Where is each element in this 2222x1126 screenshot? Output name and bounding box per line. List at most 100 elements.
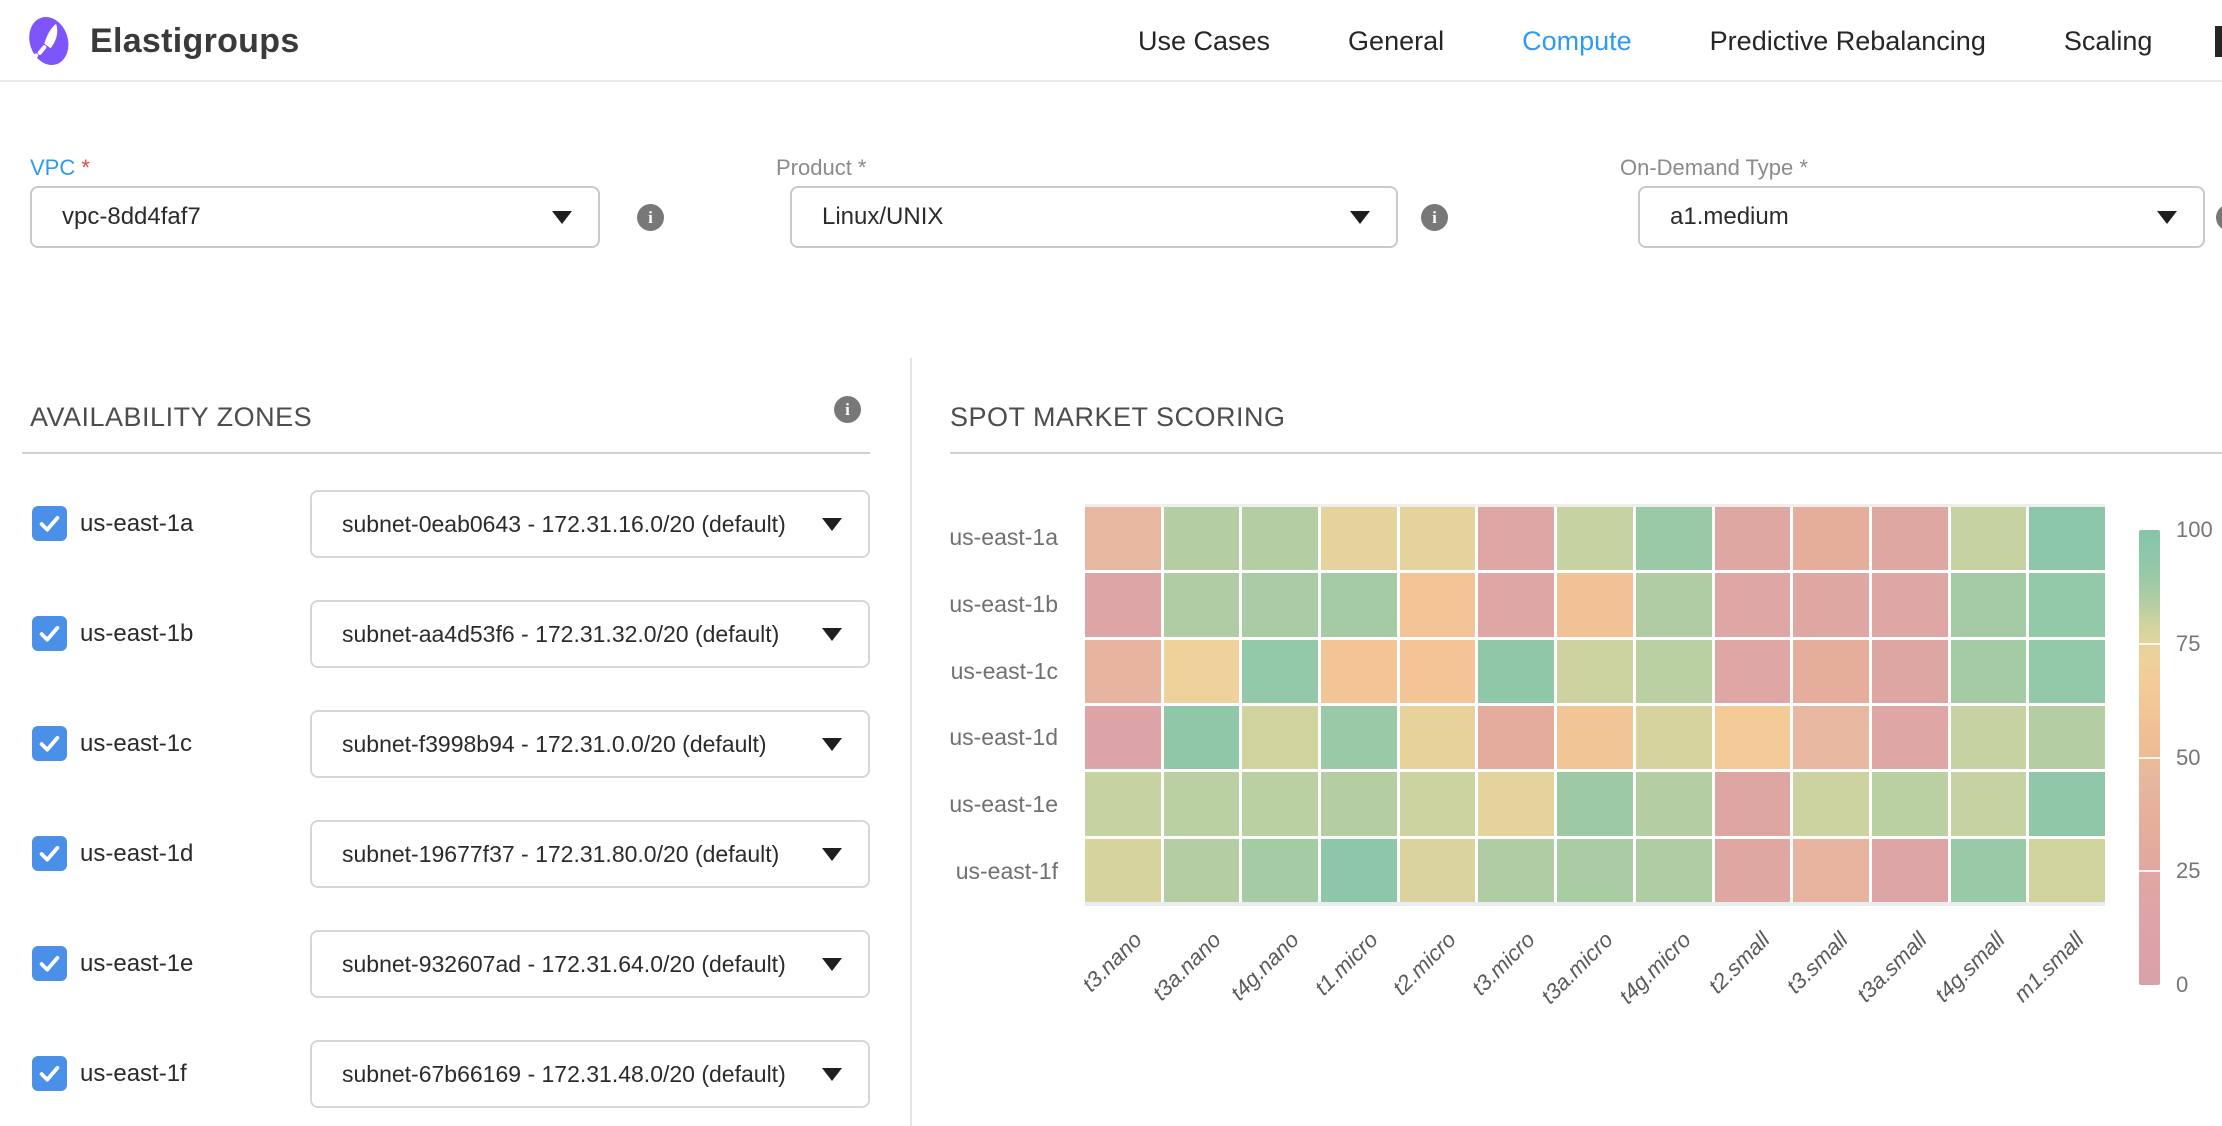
heatmap-cell[interactable] (1085, 839, 1161, 902)
heatmap-cell[interactable] (2029, 839, 2105, 902)
nav-item-predictive-rebalancing[interactable]: Predictive Rebalancing (1710, 26, 1986, 57)
heatmap-cell[interactable] (1951, 772, 2027, 835)
heatmap-cell[interactable] (1242, 640, 1318, 703)
heatmap-cell[interactable] (1636, 573, 1712, 636)
heatmap-cell[interactable] (1951, 706, 2027, 769)
heatmap-cell[interactable] (1478, 507, 1554, 570)
heatmap-cell[interactable] (1164, 772, 1240, 835)
subnet-select[interactable]: subnet-f3998b94 - 172.31.0.0/20 (default… (310, 710, 870, 778)
heatmap-cell[interactable] (2029, 573, 2105, 636)
heatmap-cell[interactable] (1400, 772, 1476, 835)
heatmap-cell[interactable] (1793, 573, 1869, 636)
heatmap-cell[interactable] (1321, 573, 1397, 636)
heatmap-cell[interactable] (1872, 772, 1948, 835)
heatmap-cell[interactable] (1242, 706, 1318, 769)
heatmap-cell[interactable] (1951, 507, 2027, 570)
heatmap-cell[interactable] (1793, 640, 1869, 703)
heatmap-cell[interactable] (1242, 772, 1318, 835)
heatmap-cell[interactable] (1164, 640, 1240, 703)
heatmap-cell[interactable] (1085, 706, 1161, 769)
on-demand-type-select[interactable]: a1.medium (1638, 186, 2205, 248)
heatmap-cell[interactable] (1951, 640, 2027, 703)
heatmap-cell[interactable] (1085, 507, 1161, 570)
subnet-select[interactable]: subnet-aa4d53f6 - 172.31.32.0/20 (defaul… (310, 600, 870, 668)
heatmap-cell[interactable] (1636, 640, 1712, 703)
heatmap-cell[interactable] (1478, 706, 1554, 769)
heatmap-cell[interactable] (1085, 772, 1161, 835)
heatmap-cell[interactable] (1321, 640, 1397, 703)
heatmap-cell[interactable] (1715, 573, 1791, 636)
heatmap-cell[interactable] (1321, 706, 1397, 769)
zone-checkbox[interactable] (32, 1056, 67, 1091)
product-select[interactable]: Linux/UNIX (790, 186, 1398, 248)
heatmap-cell[interactable] (1557, 772, 1633, 835)
availability-zones-info-icon[interactable]: i (834, 396, 861, 423)
heatmap-cell[interactable] (1400, 640, 1476, 703)
nav-item-use-cases[interactable]: Use Cases (1138, 26, 1270, 57)
subnet-select[interactable]: subnet-0eab0643 - 172.31.16.0/20 (defaul… (310, 490, 870, 558)
heatmap-cell[interactable] (1557, 640, 1633, 703)
heatmap-cell[interactable] (1478, 573, 1554, 636)
heatmap-cell[interactable] (1793, 839, 1869, 902)
heatmap-cell[interactable] (1793, 772, 1869, 835)
nav-item-scaling[interactable]: Scaling (2064, 26, 2153, 57)
zone-checkbox[interactable] (32, 946, 67, 981)
heatmap-cell[interactable] (1400, 507, 1476, 570)
heatmap-cell[interactable] (1715, 772, 1791, 835)
heatmap-cell[interactable] (1164, 839, 1240, 902)
product-info-icon[interactable]: i (1421, 204, 1448, 231)
heatmap-cell[interactable] (1321, 772, 1397, 835)
heatmap-cell[interactable] (1478, 772, 1554, 835)
heatmap-cell[interactable] (1872, 706, 1948, 769)
zone-checkbox[interactable] (32, 726, 67, 761)
heatmap-cell[interactable] (1321, 839, 1397, 902)
heatmap-cell[interactable] (1557, 839, 1633, 902)
nav-item-compute[interactable]: Compute (1522, 26, 1632, 57)
heatmap-cell[interactable] (1242, 839, 1318, 902)
heatmap-cell[interactable] (1085, 573, 1161, 636)
heatmap-cell[interactable] (1715, 839, 1791, 902)
zone-checkbox[interactable] (32, 506, 67, 541)
heatmap-cell[interactable] (1478, 640, 1554, 703)
heatmap-cell[interactable] (1164, 706, 1240, 769)
on-demand-info-icon[interactable]: i (2216, 204, 2222, 231)
heatmap-cell[interactable] (1557, 507, 1633, 570)
heatmap-cell[interactable] (1872, 839, 1948, 902)
heatmap-cell[interactable] (1636, 839, 1712, 902)
heatmap-cell[interactable] (1557, 706, 1633, 769)
zone-checkbox[interactable] (32, 616, 67, 651)
subnet-select[interactable]: subnet-67b66169 - 172.31.48.0/20 (defaul… (310, 1040, 870, 1108)
heatmap-cell[interactable] (1400, 706, 1476, 769)
heatmap-cell[interactable] (1951, 839, 2027, 902)
vpc-info-icon[interactable]: i (637, 204, 664, 231)
heatmap-cell[interactable] (2029, 507, 2105, 570)
heatmap-cell[interactable] (1636, 772, 1712, 835)
heatmap-cell[interactable] (2029, 706, 2105, 769)
heatmap-cell[interactable] (1557, 573, 1633, 636)
zone-checkbox[interactable] (32, 836, 67, 871)
heatmap-cell[interactable] (1872, 573, 1948, 636)
heatmap-cell[interactable] (1636, 706, 1712, 769)
heatmap-cell[interactable] (1400, 839, 1476, 902)
heatmap-cell[interactable] (1636, 507, 1712, 570)
subnet-select[interactable]: subnet-19677f37 - 172.31.80.0/20 (defaul… (310, 820, 870, 888)
heatmap-cell[interactable] (1242, 573, 1318, 636)
heatmap-cell[interactable] (1164, 507, 1240, 570)
heatmap-cell[interactable] (2029, 772, 2105, 835)
heatmap-cell[interactable] (1715, 507, 1791, 570)
heatmap-cell[interactable] (1793, 507, 1869, 570)
heatmap-cell[interactable] (1793, 706, 1869, 769)
heatmap-cell[interactable] (1164, 573, 1240, 636)
vpc-select[interactable]: vpc-8dd4faf7 (30, 186, 600, 248)
heatmap-cell[interactable] (1715, 706, 1791, 769)
heatmap-cell[interactable] (1872, 507, 1948, 570)
heatmap-cell[interactable] (1951, 573, 2027, 636)
heatmap-cell[interactable] (1321, 507, 1397, 570)
heatmap-cell[interactable] (1085, 640, 1161, 703)
heatmap-cell[interactable] (1242, 507, 1318, 570)
nav-item-truncated[interactable] (2215, 26, 2222, 57)
heatmap-cell[interactable] (1715, 640, 1791, 703)
heatmap-cell[interactable] (1478, 839, 1554, 902)
subnet-select[interactable]: subnet-932607ad - 172.31.64.0/20 (defaul… (310, 930, 870, 998)
nav-item-general[interactable]: General (1348, 26, 1444, 57)
